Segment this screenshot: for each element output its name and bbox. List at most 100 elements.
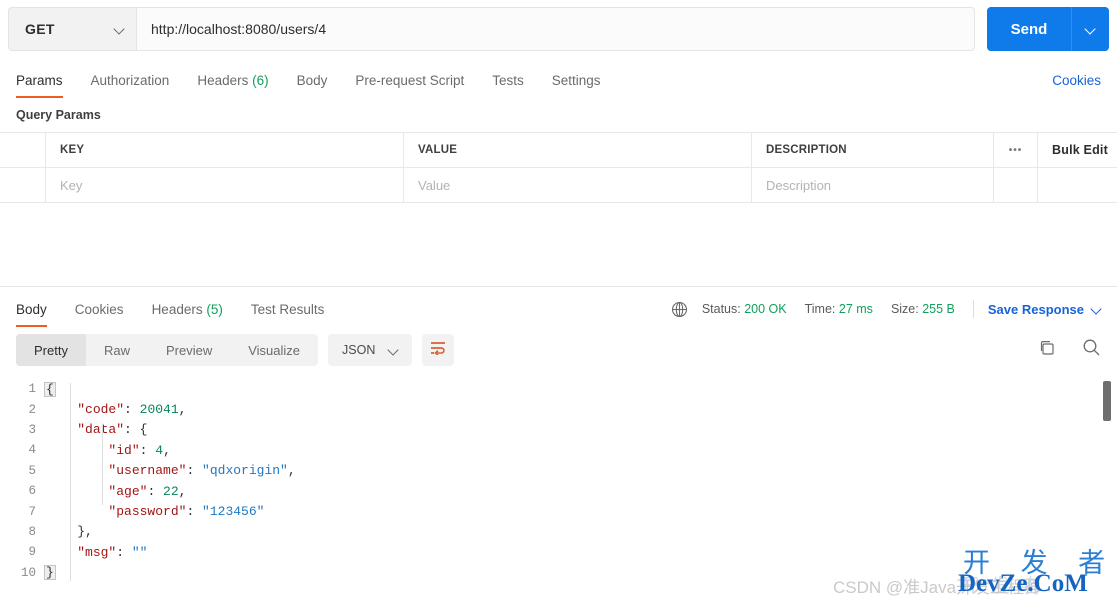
tab-label: Test Results xyxy=(250,302,325,317)
empty-spacer xyxy=(0,203,1117,286)
tab-params[interactable]: Params xyxy=(16,73,63,98)
param-description-input[interactable]: Description xyxy=(752,168,994,202)
line-number: 4 xyxy=(28,443,36,458)
row-checkbox-cell[interactable] xyxy=(0,168,46,202)
copy-icon[interactable] xyxy=(1038,339,1056,362)
line-number: 1 xyxy=(28,382,36,397)
table-row: Key Value Description xyxy=(0,168,1117,203)
bulk-edit-button[interactable]: Bulk Edit xyxy=(1038,133,1117,167)
response-tab-cookies[interactable]: Cookies xyxy=(75,302,124,327)
time-value: 27 ms xyxy=(838,302,873,316)
view-mode-raw[interactable]: Raw xyxy=(86,334,148,366)
param-key-input[interactable]: Key xyxy=(46,168,404,202)
code-line: 3 "data": { xyxy=(0,420,1117,440)
code-line: 9 "msg": "" xyxy=(0,542,1117,562)
response-body-scrollbar[interactable] xyxy=(1103,381,1111,421)
header-value: VALUE xyxy=(404,133,752,167)
query-params-table: KEY VALUE DESCRIPTION ••• Bulk Edit Key … xyxy=(0,132,1117,203)
view-mode-preview[interactable]: Preview xyxy=(148,334,230,366)
word-wrap-button[interactable] xyxy=(422,334,455,366)
status-label: Status: xyxy=(701,302,741,316)
line-number: 7 xyxy=(28,504,36,519)
line-number: 2 xyxy=(28,402,36,417)
tab-label: Body xyxy=(16,302,47,317)
indent-guide xyxy=(70,383,71,581)
time-label: Time: xyxy=(804,302,836,316)
response-body-viewer[interactable]: 1 { 2 "code": 20041, 3 "data": { 4 "id":… xyxy=(0,375,1117,593)
size-value: 255 B xyxy=(922,302,955,316)
size-label: Size: xyxy=(890,302,919,316)
code-line: 5 "username": "qdxorigin", xyxy=(0,461,1117,481)
request-tabs: Params Authorization Headers (6) Body Pr… xyxy=(0,58,1117,98)
code-text: "username": "qdxorigin", xyxy=(108,463,296,479)
save-response-button[interactable]: Save Response xyxy=(988,302,1101,317)
table-header-row: KEY VALUE DESCRIPTION ••• Bulk Edit xyxy=(0,133,1117,168)
send-button[interactable]: Send xyxy=(987,7,1071,51)
headers-count: (6) xyxy=(252,73,269,88)
http-method-select[interactable]: GET xyxy=(8,7,136,51)
chevron-down-icon xyxy=(1092,305,1101,314)
tab-label: Authorization xyxy=(90,73,170,88)
cookies-link[interactable]: Cookies xyxy=(1052,73,1101,98)
code-text: "age": 22, xyxy=(108,483,187,499)
tab-tests[interactable]: Tests xyxy=(492,73,524,98)
code-text: "data": { xyxy=(77,422,148,438)
key-placeholder: Key xyxy=(60,177,83,193)
response-size[interactable]: Size: 255 B xyxy=(891,302,955,316)
description-placeholder: Description xyxy=(766,177,832,193)
tab-label: Tests xyxy=(492,73,524,88)
value-placeholder: Value xyxy=(418,177,451,193)
tab-authorization[interactable]: Authorization xyxy=(91,73,170,98)
line-number: 10 xyxy=(20,565,36,580)
param-value-input[interactable]: Value xyxy=(404,168,752,202)
code-text: } xyxy=(44,565,56,581)
line-number: 8 xyxy=(28,524,36,539)
response-toolbar-actions xyxy=(1038,338,1101,362)
tab-label: Headers xyxy=(197,73,249,88)
code-line: 8 }, xyxy=(0,522,1117,542)
tab-pre-request-script[interactable]: Pre-request Script xyxy=(355,73,464,98)
indent-guide xyxy=(102,423,103,505)
send-button-group: Send xyxy=(987,7,1109,51)
globe-icon xyxy=(671,301,688,318)
code-text: "msg": "" xyxy=(77,544,148,560)
query-params-title: Query Params xyxy=(16,108,101,122)
url-text: http://localhost:8080/users/4 xyxy=(151,21,327,37)
view-mode-pretty[interactable]: Pretty xyxy=(16,334,86,366)
tab-headers[interactable]: Headers (6) xyxy=(197,73,268,98)
code-line: 2 "code": 20041, xyxy=(0,399,1117,419)
send-options-button[interactable] xyxy=(1071,7,1109,51)
view-mode-visualize[interactable]: Visualize xyxy=(230,334,318,366)
line-number: 9 xyxy=(28,545,36,560)
header-checkbox-cell xyxy=(0,133,46,167)
line-number: 3 xyxy=(28,422,36,437)
response-toolbar: Pretty Raw Preview Visualize JSON xyxy=(0,327,1117,375)
save-response-label: Save Response xyxy=(987,301,1084,317)
search-icon[interactable] xyxy=(1082,338,1101,362)
watermark-dev-en: DevZe.CoM xyxy=(958,570,1088,597)
response-format-select[interactable]: JSON xyxy=(328,334,413,366)
format-label: JSON xyxy=(342,343,376,357)
response-headers-count: (5) xyxy=(206,302,223,317)
more-options-button[interactable]: ••• xyxy=(994,133,1038,167)
status-value: 200 OK xyxy=(744,302,787,316)
http-method-label: GET xyxy=(25,21,55,37)
response-tab-test-results[interactable]: Test Results xyxy=(251,302,325,327)
header-description: DESCRIPTION xyxy=(752,133,994,167)
word-wrap-icon xyxy=(430,341,446,360)
tab-body[interactable]: Body xyxy=(297,73,328,98)
tab-settings[interactable]: Settings xyxy=(552,73,601,98)
status-code[interactable]: Status: 200 OK xyxy=(702,302,787,316)
chevron-down-icon xyxy=(1086,25,1095,34)
response-status-bar: Status: 200 OK Time: 27 ms Size: 255 B S… xyxy=(671,300,1101,327)
response-time[interactable]: Time: 27 ms xyxy=(805,302,873,316)
url-input[interactable]: http://localhost:8080/users/4 xyxy=(136,7,975,51)
tab-label: Cookies xyxy=(74,302,124,317)
tab-label: Pre-request Script xyxy=(355,73,465,88)
ellipsis-icon: ••• xyxy=(1008,144,1023,156)
code-text: "code": 20041, xyxy=(77,402,187,418)
code-line: 7 "password": "123456" xyxy=(0,501,1117,521)
response-tab-body[interactable]: Body xyxy=(16,302,47,327)
response-tab-headers[interactable]: Headers (5) xyxy=(152,302,223,327)
tab-label: Body xyxy=(296,73,328,88)
